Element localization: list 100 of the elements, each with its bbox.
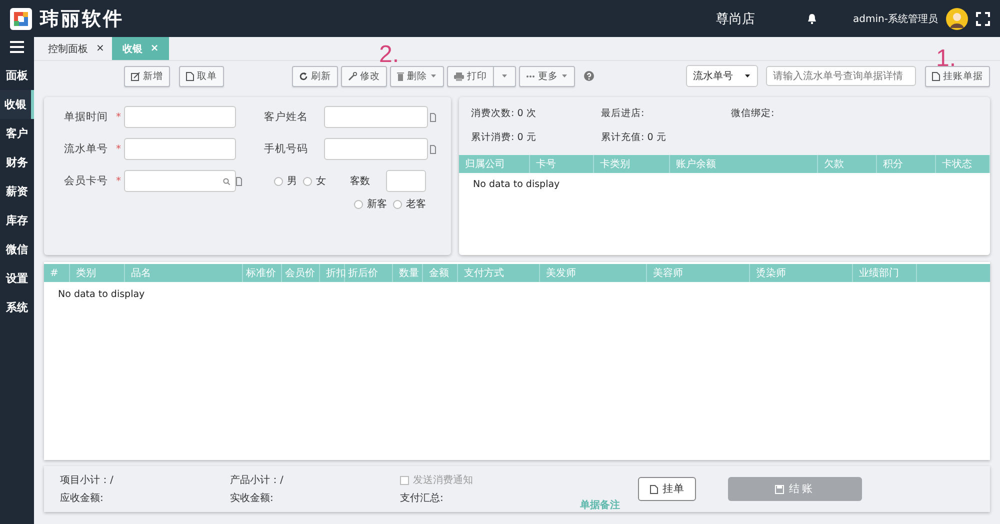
column-header: 美发师 — [540, 264, 647, 282]
edit-icon — [131, 72, 140, 80]
checkbox-label: 发送消费通知 — [413, 474, 473, 487]
field-label: 客户姓名 — [263, 110, 309, 124]
summary-text: 支付汇总: — [400, 492, 444, 505]
document-icon — [650, 484, 658, 494]
column-header: 会员价 — [282, 264, 320, 282]
column-header: 烫染师 — [750, 264, 853, 282]
stat-text: 最后进店: — [601, 107, 646, 121]
field-label: 流水单号 — [63, 142, 109, 156]
help-icon[interactable] — [584, 71, 594, 81]
search-icon — [223, 178, 230, 184]
field-label: 单据时间 — [63, 110, 109, 124]
document-icon — [186, 72, 194, 80]
required-mark: * — [116, 176, 122, 186]
input-field[interactable] — [124, 106, 236, 128]
tab[interactable]: 控制面板 × — [40, 37, 112, 60]
stat-text: 累计充值: 0 元 — [601, 131, 668, 145]
caret-icon — [744, 74, 751, 78]
sidebar-item[interactable]: 微信 — [0, 235, 34, 264]
sidebar-item[interactable]: 库存 — [0, 206, 34, 235]
search-type-select[interactable]: 流水单号 — [686, 65, 758, 87]
sidebar-item[interactable]: 系统 — [0, 293, 34, 322]
avatar-icon[interactable] — [946, 8, 968, 30]
sidebar-item[interactable]: 财务 — [0, 148, 34, 177]
required-mark: * — [116, 144, 122, 154]
column-header: 欠款 — [818, 155, 877, 173]
toolbar-button[interactable]: 删除 — [390, 66, 444, 86]
dots-icon — [526, 74, 535, 78]
fullscreen-icon[interactable] — [976, 12, 990, 26]
toolbar-button[interactable]: 更多 — [519, 66, 575, 86]
column-header: 支付方式 — [458, 264, 540, 282]
radio-button[interactable] — [303, 176, 312, 186]
sidebar-item[interactable]: 客户 — [0, 119, 34, 148]
dropdown-button[interactable] — [493, 66, 516, 86]
summary-text: 应收金额: — [60, 492, 104, 505]
toolbar-button[interactable]: 取单 — [179, 66, 224, 86]
document-icon — [932, 72, 940, 80]
column-header: 数量 — [393, 264, 423, 282]
user-name[interactable]: admin-系统管理员 — [853, 12, 938, 26]
toolbar-button[interactable]: 刷新 — [292, 66, 338, 86]
empty-message: No data to display — [472, 178, 561, 192]
column-header: 卡状态 — [936, 155, 990, 173]
menu-icon[interactable] — [10, 41, 24, 53]
radio-label: 老客 — [406, 198, 426, 211]
summary-text: 实收金额: — [230, 492, 274, 505]
column-header: 折扣 — [320, 264, 345, 282]
checkbox[interactable] — [400, 476, 409, 484]
copy-icon[interactable] — [430, 144, 436, 154]
toolbar-button[interactable]: 挂账单据 — [925, 66, 990, 86]
caret-icon — [501, 74, 508, 78]
summary-text: 项目小计：/ — [60, 474, 114, 487]
sidebar-item[interactable]: 设置 — [0, 264, 34, 293]
field-label: 客数 — [350, 174, 370, 188]
sidebar-item[interactable]: 面板 — [0, 61, 34, 90]
stat-text: 微信绑定: — [731, 107, 776, 121]
field-label: 会员卡号 — [63, 174, 109, 188]
toolbar-button[interactable]: 修改 — [341, 66, 387, 86]
bell-icon[interactable] — [807, 13, 818, 24]
sidebar-item[interactable]: 薪资 — [0, 177, 34, 206]
hold-button[interactable]: 挂单 — [638, 477, 696, 501]
input-field[interactable] — [386, 170, 426, 192]
sidebar-item[interactable]: 收银 — [0, 90, 34, 119]
caret-icon — [430, 74, 437, 78]
column-header: 美容师 — [647, 264, 750, 282]
input-field[interactable] — [124, 170, 236, 192]
input-field[interactable] — [124, 138, 236, 160]
wrench-icon — [348, 72, 357, 80]
trash-icon — [397, 72, 404, 80]
required-mark: * — [116, 112, 122, 122]
copy-icon[interactable] — [236, 176, 242, 186]
stat-text: 累计消费: 0 元 — [471, 131, 538, 145]
toolbar-button[interactable]: 打印 — [447, 66, 493, 86]
column-header: 类别 — [70, 264, 125, 282]
radio-button[interactable] — [393, 200, 402, 208]
column-header: 积分 — [877, 155, 936, 173]
summary-text: 产品小计：/ — [230, 474, 284, 487]
caret-icon — [561, 74, 568, 78]
column-header: 金额 — [423, 264, 458, 282]
column-header: 折后价 — [345, 264, 393, 282]
radio-button[interactable] — [354, 200, 363, 208]
copy-icon[interactable] — [430, 112, 436, 122]
store-name[interactable]: 尊尚店 — [716, 10, 756, 28]
column-header: 业绩部门 — [853, 264, 917, 282]
column-header: 账户余额 — [670, 155, 818, 173]
radio-label: 男 — [287, 175, 297, 188]
column-header: 品名 — [125, 264, 243, 282]
stat-text: 消费次数: 0 次 — [471, 107, 538, 121]
search-field[interactable]: 请输入流水单号查询单据详情 — [766, 66, 916, 86]
input-field[interactable] — [324, 106, 428, 128]
column-header: 卡号 — [530, 155, 594, 173]
column-header: 标准价 — [243, 264, 282, 282]
close-icon[interactable]: × — [96, 43, 104, 54]
radio-label: 新客 — [367, 198, 387, 211]
radio-button[interactable] — [274, 176, 283, 186]
toolbar-button[interactable]: 新增 — [124, 66, 170, 86]
field-label: 手机号码 — [263, 142, 309, 156]
column-header: 归属公司 — [459, 155, 530, 173]
input-field[interactable] — [324, 138, 428, 160]
printer-icon — [454, 72, 464, 80]
